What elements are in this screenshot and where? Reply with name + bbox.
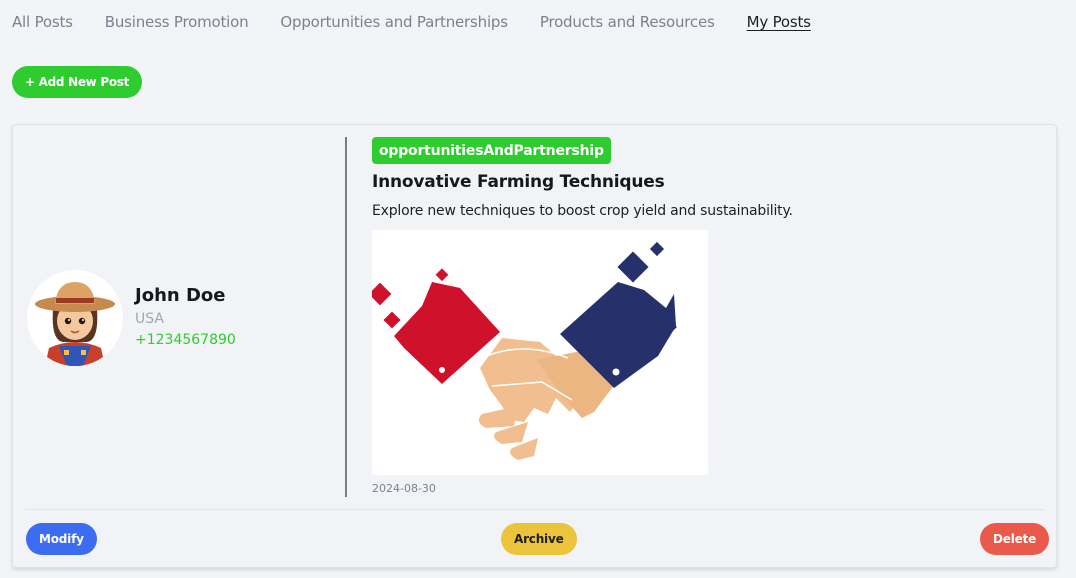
tab-my-posts[interactable]: My Posts xyxy=(747,13,811,31)
user-name: John Doe xyxy=(135,285,226,306)
modify-button[interactable]: Modify xyxy=(26,523,97,555)
post-title: Innovative Farming Techniques xyxy=(372,172,665,192)
post-description: Explore new techniques to boost crop yie… xyxy=(372,203,793,219)
delete-button[interactable]: Delete xyxy=(980,523,1050,555)
user-phone: +1234567890 xyxy=(135,332,236,348)
handshake-image xyxy=(372,241,677,460)
post-date: 2024-08-30 xyxy=(372,482,436,495)
category-badge: opportunitiesAndPartnership xyxy=(372,137,611,164)
farmer-avatar-icon xyxy=(35,282,115,366)
card-footer-divider xyxy=(25,509,1044,510)
tab-products-and-resources[interactable]: Products and Resources xyxy=(540,13,715,31)
user-country: USA xyxy=(135,311,164,327)
category-tabs: All Posts Business Promotion Opportuniti… xyxy=(12,0,811,44)
add-new-post-button[interactable]: + Add New Post xyxy=(12,66,143,98)
archive-button[interactable]: Archive xyxy=(501,523,577,555)
tab-opportunities-and-partnerships[interactable]: Opportunities and Partnerships xyxy=(280,13,508,31)
avatar xyxy=(27,270,123,366)
post-card: John Doe USA +1234567890 opportunitiesAn… xyxy=(12,124,1057,568)
vertical-divider xyxy=(345,137,347,497)
post-image xyxy=(372,230,708,475)
tab-all-posts[interactable]: All Posts xyxy=(12,13,73,31)
tab-business-promotion[interactable]: Business Promotion xyxy=(105,13,249,31)
